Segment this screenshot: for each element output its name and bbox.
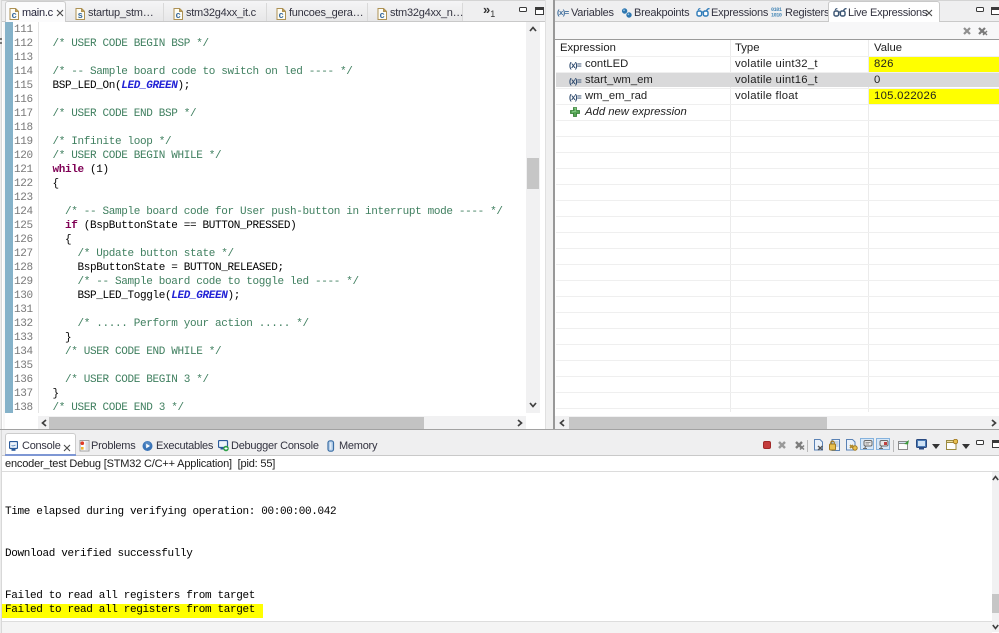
svg-text:1010: 1010 [771,13,782,17]
svg-text:(x)=: (x)= [569,61,582,70]
svg-text:(x)=: (x)= [557,8,570,17]
svg-text:c: c [380,10,385,20]
svg-text:(x)=: (x)= [569,77,582,86]
svg-text:(x)=: (x)= [569,93,582,102]
svg-text:s: s [78,10,83,20]
svg-text:c: c [279,10,284,20]
svg-text:c: c [176,10,181,20]
svg-text:c: c [12,10,17,20]
